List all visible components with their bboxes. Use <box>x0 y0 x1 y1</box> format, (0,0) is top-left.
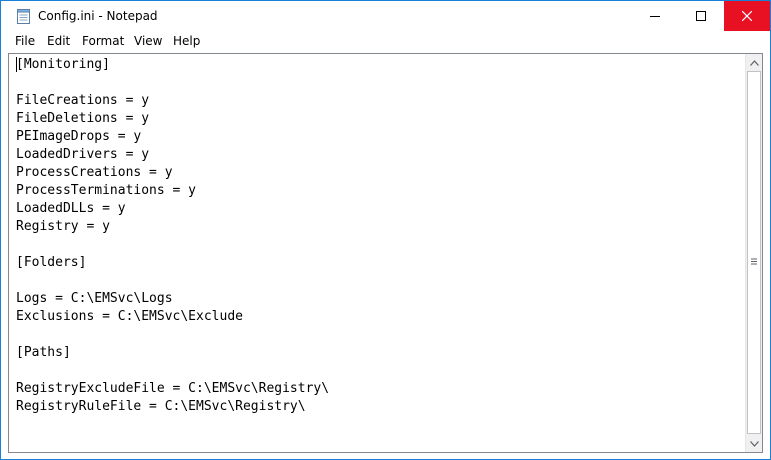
menu-edit[interactable]: Edit <box>47 34 70 48</box>
editor-line: FileDeletions = y <box>16 111 150 126</box>
menu-help[interactable]: Help <box>173 34 200 48</box>
editor-line: RegistryExcludeFile = C:\EMSvc\Registry\ <box>16 381 330 396</box>
editor-line: PEImageDrops = y <box>16 129 142 144</box>
editor-line: LoadedDrivers = y <box>16 147 150 162</box>
editor-line: Logs = C:\EMSvc\Logs <box>16 291 173 306</box>
window-title: Config.ini - Notepad <box>38 9 158 23</box>
notepad-icon <box>17 9 30 24</box>
maximize-button[interactable] <box>678 1 724 31</box>
menu-bar: File Edit Format View Help <box>1 31 770 52</box>
editor-line: Registry = y <box>16 219 110 234</box>
minimize-button[interactable] <box>632 1 678 31</box>
vertical-scrollbar[interactable] <box>745 54 762 452</box>
menu-format[interactable]: Format <box>82 34 124 48</box>
maximize-icon <box>696 11 706 21</box>
menu-view[interactable]: View <box>134 34 162 48</box>
scroll-up-button[interactable] <box>746 54 762 71</box>
scroll-thumb[interactable] <box>747 71 761 434</box>
editor-line: ProcessTerminations = y <box>16 183 197 198</box>
menu-file[interactable]: File <box>15 34 35 48</box>
text-area[interactable]: [Monitoring] FileCreations = y FileDelet… <box>9 54 745 452</box>
editor-line: [Folders] <box>16 255 87 270</box>
title-bar[interactable]: Config.ini - Notepad <box>1 1 770 31</box>
editor-line: FileCreations = y <box>16 93 150 108</box>
text-editor[interactable]: [Monitoring] FileCreations = y FileDelet… <box>8 53 763 453</box>
minimize-icon <box>650 16 660 17</box>
chevron-down-icon <box>749 440 759 447</box>
chevron-up-icon <box>749 59 759 66</box>
close-button[interactable] <box>724 1 770 31</box>
editor-line: [Monitoring] <box>16 57 110 72</box>
editor-line: RegistryRuleFile = C:\EMSvc\Registry\ <box>16 399 306 414</box>
editor-line: ProcessCreations = y <box>16 165 173 180</box>
editor-line: LoadedDLLs = y <box>16 201 126 216</box>
close-icon <box>742 11 752 21</box>
editor-line: Exclusions = C:\EMSvc\Exclude <box>16 309 243 324</box>
editor-line: [Paths] <box>16 345 71 360</box>
grip-icon <box>751 258 757 265</box>
notepad-window: Config.ini - Notepad File Edit Format Vi… <box>0 0 771 460</box>
scroll-down-button[interactable] <box>746 435 762 452</box>
